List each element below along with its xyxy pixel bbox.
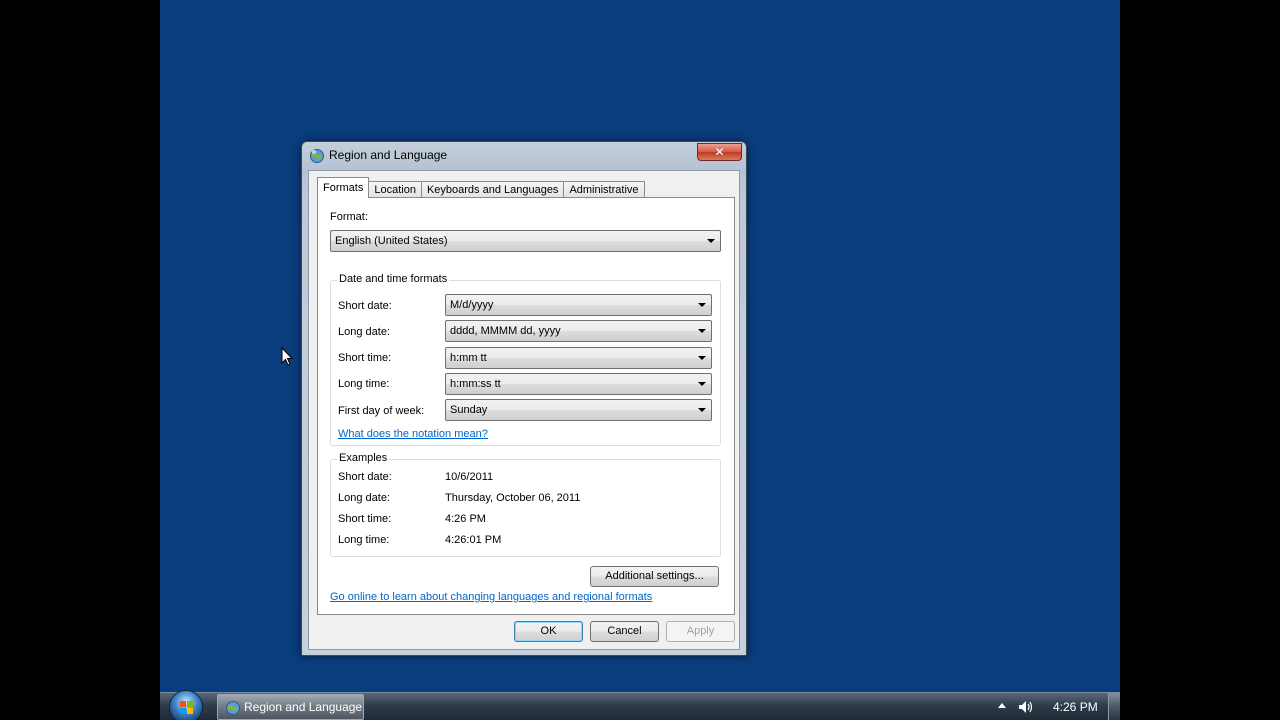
region-language-window: Region and Language ✕ Formats Location K… [301, 141, 747, 656]
taskbar-clock[interactable]: 4:26 PM [1053, 700, 1098, 714]
taskbar-item-region-and-language[interactable]: Region and Language [217, 694, 364, 720]
first-day-of-week-value: Sunday [450, 404, 488, 416]
show-desktop-button[interactable] [1108, 693, 1120, 720]
window-title: Region and Language [329, 148, 448, 162]
example-short-date-value: 10/6/2011 [445, 471, 494, 483]
chevron-down-icon [698, 329, 706, 333]
volume-icon[interactable] [1018, 700, 1034, 714]
screen: Region and Language ✕ Formats Location K… [160, 0, 1120, 720]
example-long-time-label: Long time: [338, 534, 390, 546]
chevron-down-icon [698, 303, 706, 307]
formats-tab-panel: Format: English (United States) Date and… [317, 197, 735, 615]
short-date-dropdown[interactable]: M/d/yyyy [445, 294, 712, 316]
ok-button[interactable]: OK [514, 621, 583, 642]
tab-keyboards-and-languages[interactable]: Keyboards and Languages [420, 181, 565, 198]
tab-strip: Formats Location Keyboards and Languages… [317, 176, 645, 198]
online-help-link[interactable]: Go online to learn about changing langua… [330, 591, 652, 603]
long-time-label: Long time: [338, 378, 390, 390]
example-long-time-value: 4:26:01 PM [445, 534, 502, 546]
short-time-value: h:mm tt [450, 352, 487, 364]
example-long-date-label: Long date: [338, 492, 390, 504]
short-time-label: Short time: [338, 352, 392, 364]
example-short-time-value: 4:26 PM [445, 513, 486, 525]
taskbar-item-label: Region and Language [244, 700, 363, 714]
chevron-down-icon [707, 239, 715, 243]
long-date-dropdown[interactable]: dddd, MMMM dd, yyyy [445, 320, 712, 342]
tab-formats[interactable]: Formats [317, 177, 370, 198]
short-date-value: M/d/yyyy [450, 299, 494, 311]
examples-title: Examples [337, 452, 390, 464]
short-date-label: Short date: [338, 300, 392, 312]
format-label: Format: [330, 211, 368, 223]
title-bar[interactable]: Region and Language ✕ [302, 142, 746, 168]
long-time-value: h:mm:ss tt [450, 378, 501, 390]
short-time-dropdown[interactable]: h:mm tt [445, 347, 712, 369]
close-icon: ✕ [714, 145, 725, 159]
example-short-date-label: Short date: [338, 471, 392, 483]
format-dropdown[interactable]: English (United States) [330, 230, 721, 252]
additional-settings-button[interactable]: Additional settings... [590, 566, 719, 587]
cancel-button[interactable]: Cancel [590, 621, 659, 642]
long-time-dropdown[interactable]: h:mm:ss tt [445, 373, 712, 395]
example-short-time-label: Short time: [338, 513, 392, 525]
chevron-down-icon [698, 408, 706, 412]
dialog-client-area: Formats Location Keyboards and Languages… [308, 170, 740, 650]
examples-group: Examples Short date: 10/6/2011 Long date… [330, 452, 721, 557]
tab-administrative[interactable]: Administrative [563, 181, 645, 198]
taskbar: Region and Language 4:26 PM [160, 690, 1120, 720]
globe-icon [310, 149, 324, 163]
globe-icon [226, 701, 240, 715]
example-long-date-value: Thursday, October 06, 2011 [445, 492, 581, 504]
first-day-of-week-dropdown[interactable]: Sunday [445, 399, 712, 421]
close-button[interactable]: ✕ [697, 143, 742, 161]
first-day-of-week-label: First day of week: [338, 405, 425, 417]
show-hidden-icons-icon[interactable] [998, 703, 1006, 708]
mouse-cursor-icon [281, 347, 293, 366]
date-time-formats-title: Date and time formats [337, 273, 450, 285]
long-date-label: Long date: [338, 326, 390, 338]
notation-help-link[interactable]: What does the notation mean? [338, 428, 488, 440]
chevron-down-icon [698, 356, 706, 360]
apply-button[interactable]: Apply [666, 621, 735, 642]
date-time-formats-group: Date and time formats Short date: M/d/yy… [330, 273, 721, 446]
tab-location[interactable]: Location [368, 181, 422, 198]
format-value: English (United States) [335, 235, 448, 247]
start-button[interactable] [169, 690, 203, 720]
long-date-value: dddd, MMMM dd, yyyy [450, 325, 561, 337]
chevron-down-icon [698, 382, 706, 386]
windows-logo-icon [180, 701, 193, 714]
